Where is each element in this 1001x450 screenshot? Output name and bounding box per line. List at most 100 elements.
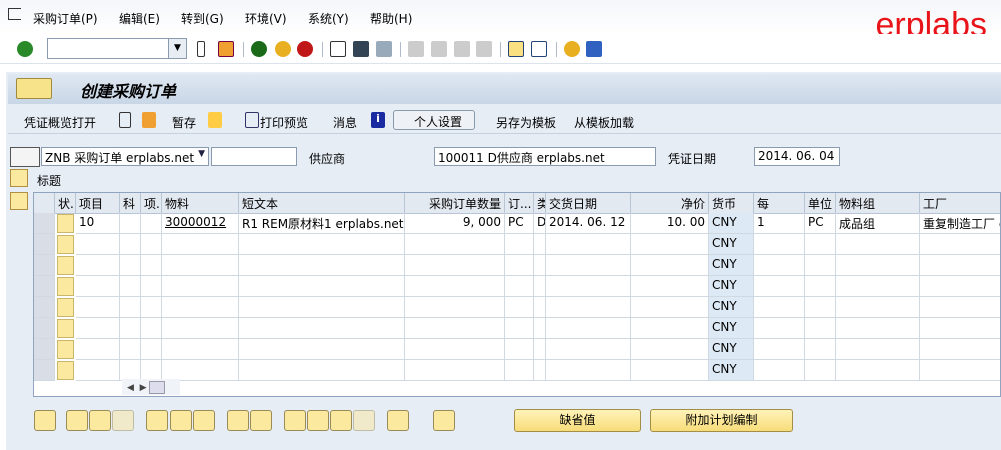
delete-icon[interactable] (146, 410, 168, 431)
cell-row-selector[interactable] (34, 360, 55, 381)
cell-unit[interactable] (805, 297, 836, 318)
last-page-icon[interactable] (476, 41, 492, 57)
select-all-icon[interactable] (66, 410, 88, 431)
cell-net-price[interactable]: 10. 00 (631, 213, 709, 234)
cell-row-selector[interactable] (34, 276, 55, 297)
cell-status[interactable] (57, 361, 74, 380)
cell-order-unit[interactable] (505, 339, 534, 360)
cell-short-text[interactable] (239, 339, 405, 360)
exit-icon[interactable] (275, 41, 291, 57)
doc-type-select[interactable]: ZNB 采购订单 erplabs.net ▼ (41, 147, 209, 166)
header-short-text[interactable]: 短文本 (239, 193, 405, 214)
cell-short-text[interactable] (239, 360, 405, 381)
cell-plant[interactable] (920, 234, 1000, 255)
header-unit[interactable]: 单位 (805, 193, 836, 214)
cell-item[interactable] (76, 234, 120, 255)
cell-material-group[interactable] (836, 255, 920, 276)
previous-page-icon[interactable] (431, 41, 447, 57)
cell-plant[interactable] (920, 318, 1000, 339)
cell-plant[interactable] (920, 360, 1000, 381)
cell-plant[interactable]: 重复制造工厂 e (920, 213, 1000, 234)
cell-currency[interactable]: CNY (709, 255, 754, 276)
cell-delivery-date[interactable] (546, 255, 631, 276)
cell-account[interactable] (120, 360, 141, 381)
copy-icon[interactable] (227, 410, 249, 431)
cell-currency[interactable]: CNY (709, 360, 754, 381)
sort-ascending-icon[interactable] (284, 410, 306, 431)
cell-item[interactable] (76, 318, 120, 339)
personal-settings-button[interactable]: 个人设置 (393, 110, 475, 130)
hold-button[interactable]: 暂存 (172, 114, 196, 131)
cell-material-group[interactable]: 成品组 (836, 213, 920, 234)
cell-plant[interactable] (920, 297, 1000, 318)
cell-account[interactable] (120, 255, 141, 276)
cell-net-price[interactable] (631, 339, 709, 360)
configuration-icon[interactable] (433, 410, 455, 431)
cell-currency[interactable]: CNY (709, 213, 754, 234)
cell-unit[interactable] (805, 276, 836, 297)
cell-per[interactable] (754, 339, 805, 360)
cell-status[interactable] (57, 298, 74, 317)
cell-row-selector[interactable] (34, 234, 55, 255)
header-plant[interactable]: 工厂 (920, 193, 1000, 214)
cell-per[interactable] (754, 360, 805, 381)
cell-item[interactable] (76, 276, 120, 297)
cell-po-quantity[interactable] (405, 339, 505, 360)
cell-row-selector[interactable] (34, 339, 55, 360)
cell-per[interactable]: 1 (754, 213, 805, 234)
header-material-group[interactable]: 物料组 (836, 193, 920, 214)
cell-item-category[interactable] (141, 255, 162, 276)
messages-button[interactable]: 消息 (333, 114, 357, 131)
chevron-down-icon[interactable]: ▼ (198, 149, 205, 159)
header-net-price[interactable]: 净价 (631, 193, 709, 214)
header-po-quantity[interactable]: 采购订单数量 (405, 193, 505, 214)
cell-category[interactable]: D (534, 213, 546, 234)
cell-currency[interactable]: CNY (709, 339, 754, 360)
cell-plant[interactable] (920, 255, 1000, 276)
cell-item-category[interactable] (141, 339, 162, 360)
cell-account[interactable] (120, 276, 141, 297)
cell-order-unit[interactable] (505, 234, 534, 255)
save-icon[interactable] (218, 41, 234, 57)
cell-delivery-date[interactable] (546, 234, 631, 255)
cell-item-category[interactable] (141, 318, 162, 339)
cell-account[interactable] (120, 318, 141, 339)
print-icon[interactable] (330, 41, 346, 57)
cell-delivery-date[interactable] (546, 339, 631, 360)
cell-category[interactable] (534, 318, 546, 339)
cell-delivery-date[interactable] (546, 297, 631, 318)
back-arrow-icon[interactable] (197, 41, 205, 57)
cell-order-unit[interactable] (505, 255, 534, 276)
cell-short-text[interactable] (239, 318, 405, 339)
cell-material[interactable]: 30000012 (162, 213, 239, 234)
save-as-template-button[interactable]: 另存为模板 (496, 114, 556, 131)
document-icon[interactable] (387, 410, 409, 431)
cell-material[interactable] (162, 255, 239, 276)
chevron-down-icon[interactable]: ▼ (168, 39, 186, 58)
new-session-icon[interactable] (508, 41, 524, 57)
cell-item[interactable]: 10 (76, 213, 120, 234)
cell-category[interactable] (534, 360, 546, 381)
cell-unit[interactable] (805, 234, 836, 255)
cell-net-price[interactable] (631, 318, 709, 339)
cell-item[interactable] (76, 360, 120, 381)
cell-po-quantity[interactable] (405, 234, 505, 255)
document-overview-button[interactable]: 凭证概览打开 (24, 114, 96, 131)
cell-row-selector[interactable] (34, 297, 55, 318)
cell-item[interactable] (76, 297, 120, 318)
find-icon[interactable] (353, 41, 369, 57)
header-item[interactable]: 项目 (76, 193, 120, 214)
cell-short-text[interactable] (239, 255, 405, 276)
lock-icon[interactable] (170, 410, 192, 431)
menu-purchase-order[interactable]: 采购订单(P) (33, 10, 98, 27)
cell-status[interactable] (57, 277, 74, 296)
cell-order-unit[interactable]: PC (505, 213, 534, 234)
cell-category[interactable] (534, 297, 546, 318)
check-icon[interactable] (208, 112, 222, 128)
cell-row-selector[interactable] (34, 255, 55, 276)
cell-item-category[interactable] (141, 213, 162, 234)
cell-material[interactable] (162, 297, 239, 318)
cell-per[interactable] (754, 255, 805, 276)
cell-po-quantity[interactable] (405, 318, 505, 339)
cell-material[interactable] (162, 339, 239, 360)
